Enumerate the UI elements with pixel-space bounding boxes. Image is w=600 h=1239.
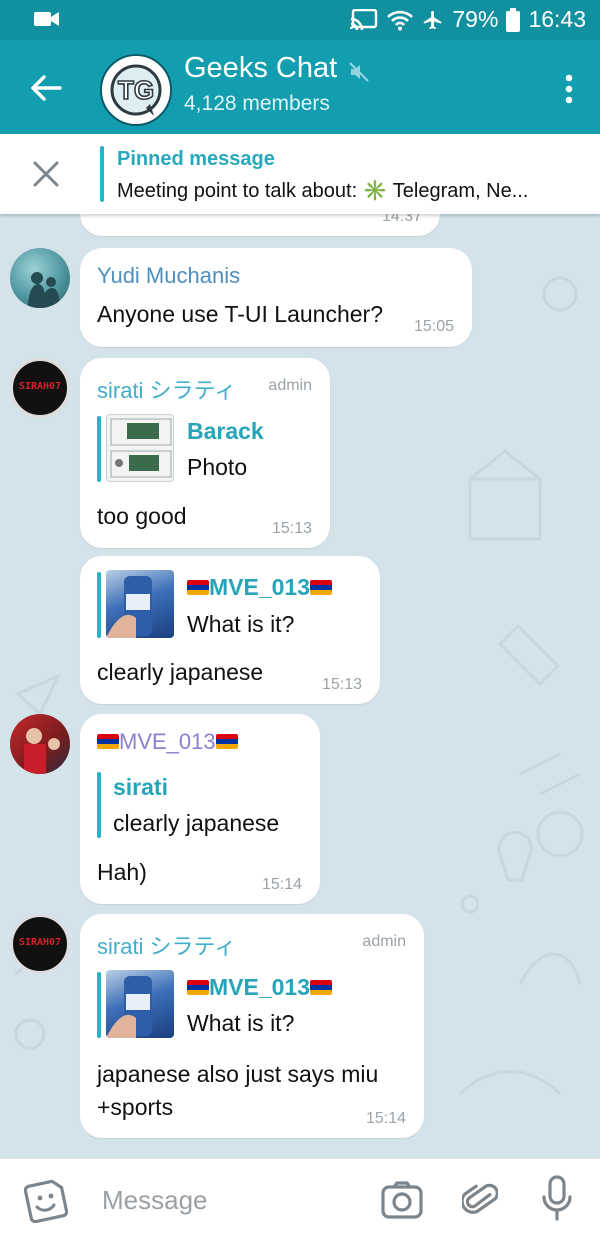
armenia-flag-icon xyxy=(215,734,238,749)
reply-text: What is it? xyxy=(187,611,295,637)
cast-icon xyxy=(350,8,378,30)
muted-speaker-icon xyxy=(349,62,369,82)
message-bubble[interactable]: MVE_013 What is it? clearly japanese 15:… xyxy=(80,556,380,704)
status-bar: 79% 16:43 xyxy=(0,0,600,40)
reply-author: sirati xyxy=(113,774,168,800)
wifi-icon xyxy=(387,10,414,30)
reply-accent-bar xyxy=(97,772,101,838)
pinned-message-bar[interactable]: Pinned message Meeting point to talk abo… xyxy=(0,134,600,214)
reply-thumbnail xyxy=(106,970,174,1038)
reply-author: MVE_013 xyxy=(187,974,333,1001)
reply-thumbnail xyxy=(106,570,174,638)
member-count: 4,128 members xyxy=(184,92,330,115)
message-time: 15:13 xyxy=(321,676,362,693)
message-text: Anyone use T-UI Launcher? xyxy=(97,301,383,327)
reply-thumbnail xyxy=(106,414,174,482)
avatar-yudi[interactable] xyxy=(10,248,70,308)
tg-logo-icon: TG xyxy=(102,56,170,124)
armenia-flag-icon xyxy=(310,580,333,595)
message-text: too good xyxy=(97,503,187,529)
pinned-text: Meeting point to talk about: ✳️ Telegram… xyxy=(117,180,529,202)
message-time: 14:37 xyxy=(381,214,422,225)
message-text: Hah) xyxy=(97,859,147,885)
camera-icon[interactable] xyxy=(381,1181,423,1219)
reply-accent-bar xyxy=(97,572,101,638)
reply-text: Photo xyxy=(187,454,248,480)
armenia-flag-icon xyxy=(187,980,209,995)
message-text: japanese also just says miu +sports xyxy=(97,1061,379,1120)
pinned-accent-bar xyxy=(100,146,104,202)
arrow-left-icon[interactable] xyxy=(26,68,66,108)
message-composer xyxy=(0,1158,600,1239)
message-time: 15:14 xyxy=(365,1110,406,1127)
chat-title[interactable]: Geeks Chat xyxy=(184,52,337,85)
svg-text:TG: TG xyxy=(118,75,154,105)
message-input[interactable] xyxy=(100,1181,354,1219)
armenia-flag-icon xyxy=(187,580,209,595)
group-avatar[interactable]: TG xyxy=(100,54,172,126)
reply-accent-bar xyxy=(97,972,101,1038)
battery-percent: 79% xyxy=(452,6,499,32)
avatar-sirati[interactable]: SIRAH07 xyxy=(10,914,70,974)
sender-name[interactable]: MVE_013 xyxy=(97,729,238,755)
message-list[interactable]: 14:37 Yudi Muchanis Anyone use T-UI Laun… xyxy=(0,214,600,1158)
admin-badge: admin xyxy=(362,933,406,950)
sticker-emoji-icon[interactable] xyxy=(24,1179,68,1223)
airplane-mode-icon xyxy=(424,10,442,29)
reply-text: clearly japanese xyxy=(113,810,280,836)
message-bubble[interactable]: MVE_013 sirati clearly japanese Hah) 15:… xyxy=(80,714,320,904)
avatar-sirati[interactable]: SIRAH07 xyxy=(10,358,70,418)
sender-name[interactable]: Yudi Muchanis xyxy=(97,263,240,289)
avatar-mve[interactable] xyxy=(10,714,70,774)
clock: 16:43 xyxy=(528,6,586,32)
armenia-flag-icon xyxy=(97,734,119,749)
paperclip-icon[interactable] xyxy=(462,1177,498,1221)
message-bubble-partial[interactable]: 14:37 xyxy=(80,214,440,236)
message-time: 15:13 xyxy=(271,520,312,537)
reply-accent-bar xyxy=(97,416,101,482)
close-icon[interactable] xyxy=(30,158,62,190)
message-bubble[interactable]: Yudi Muchanis Anyone use T-UI Launcher? … xyxy=(80,248,472,347)
message-bubble[interactable]: sirati シラティ admin MVE_013 What is it? ja… xyxy=(80,914,424,1138)
message-text: clearly japanese xyxy=(97,659,264,685)
battery-icon xyxy=(506,7,521,32)
message-time: 15:05 xyxy=(413,318,454,335)
sender-name[interactable]: sirati シラティ xyxy=(97,373,236,405)
sender-name[interactable]: sirati シラティ xyxy=(97,929,236,961)
reply-text: What is it? xyxy=(187,1010,295,1036)
pinned-title: Pinned message xyxy=(117,148,275,170)
reply-author: Barack xyxy=(187,418,264,444)
armenia-flag-icon xyxy=(310,980,333,995)
message-bubble[interactable]: sirati シラティ admin Barack Photo too good … xyxy=(80,358,330,548)
message-time: 15:14 xyxy=(261,876,302,893)
admin-badge: admin xyxy=(268,377,312,394)
reply-author: MVE_013 xyxy=(187,574,333,601)
video-recording-icon xyxy=(34,12,59,26)
microphone-icon[interactable] xyxy=(540,1175,574,1221)
more-vert-icon[interactable] xyxy=(564,74,574,104)
chat-header: TG Geeks Chat 4,128 members xyxy=(0,40,600,134)
